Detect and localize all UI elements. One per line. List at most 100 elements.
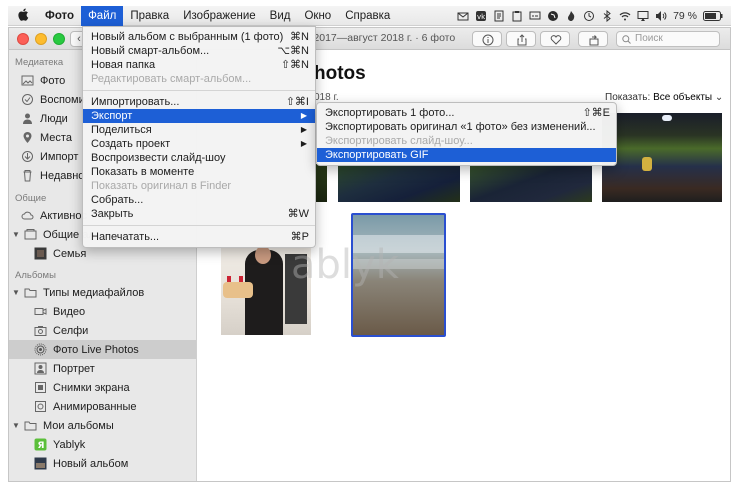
sidebar-item-yablyk[interactable]: Я Yablyk <box>9 435 196 454</box>
show-filter[interactable]: Показать: Все объекты ⌄ <box>605 92 723 103</box>
search-placeholder: Поиск <box>635 33 663 44</box>
sidebar-item-label: Активнос <box>40 209 87 222</box>
rotate-icon <box>589 35 599 46</box>
menu-item-label: Показать в моменте <box>91 166 195 178</box>
time-machine-icon[interactable] <box>583 10 595 22</box>
menu-item-new-smart-album[interactable]: Новый смарт-альбом... ⌥⌘N <box>83 44 315 58</box>
menu-item-import[interactable]: Импортировать... ⇧⌘I <box>83 95 315 109</box>
sidebar-header-shared: Общие <box>15 193 47 204</box>
person-icon <box>23 113 32 124</box>
menu-item-label: Создать проект <box>91 138 171 150</box>
menu-item-new-album-with-selection[interactable]: Новый альбом с выбранным (1 фото) ⌘N <box>83 30 315 44</box>
disclosure-triangle-icon[interactable]: ▼ <box>12 421 21 430</box>
menu-item-close[interactable]: Закрыть ⌘W <box>83 207 315 221</box>
evernote-icon[interactable] <box>547 10 559 22</box>
menu-item-export[interactable]: Экспорт ▶ <box>83 109 315 123</box>
close-window-button[interactable] <box>17 33 29 45</box>
monitor-icon[interactable] <box>529 10 541 22</box>
menu-image[interactable]: Изображение <box>176 6 262 26</box>
mail-icon[interactable] <box>457 10 469 22</box>
wifi-icon[interactable] <box>619 10 631 22</box>
menu-separator <box>83 225 315 226</box>
info-button[interactable] <box>472 31 502 47</box>
menu-item-play-slideshow[interactable]: Воспроизвести слайд-шоу <box>83 151 315 165</box>
sidebar-header-library: Медиатека <box>15 57 64 68</box>
menu-file[interactable]: Файл <box>81 5 124 26</box>
sidebar-item-label: Места <box>40 131 72 144</box>
window-title: ь 2017—август 2018 г. · 6 фото <box>305 32 456 44</box>
menu-item-label: Новый альбом с выбранным (1 фото) <box>91 31 284 43</box>
airplay-icon[interactable] <box>637 10 649 22</box>
search-field[interactable]: Поиск <box>616 31 720 47</box>
battery-icon[interactable] <box>703 10 723 21</box>
menu-item-new-folder[interactable]: Новая папка ⇧⌘N <box>83 58 315 72</box>
chevron-down-icon: ⌄ <box>714 92 724 103</box>
menu-item-export-photo[interactable]: Экспортировать 1 фото... ⇧⌘E <box>317 106 616 120</box>
sidebar-item-label: Воспоми <box>40 93 85 106</box>
sidebar-item-new-album[interactable]: Новый альбом <box>9 454 196 473</box>
sidebar-item-media-types[interactable]: ▼ Типы медиафайлов <box>9 283 196 302</box>
sidebar-item-screenshots[interactable]: Снимки экрана <box>9 378 196 397</box>
sidebar-item-label: Селфи <box>53 324 89 337</box>
menu-item-print[interactable]: Напечатать... ⌘P <box>83 230 315 244</box>
menu-item-create-project[interactable]: Создать проект ▶ <box>83 137 315 151</box>
photo-thumbnail[interactable] <box>470 164 592 202</box>
bluetooth-icon[interactable] <box>601 9 613 22</box>
menu-item-label: Новый смарт-альбом... <box>91 45 210 57</box>
apple-menu-icon[interactable] <box>8 8 38 24</box>
vk-icon[interactable]: vk <box>475 10 487 22</box>
menu-item-label: Экспортировать слайд-шоу... <box>325 135 473 147</box>
sidebar-item-my-albums[interactable]: ▼ Мои альбомы <box>9 416 196 435</box>
menu-item-show-in-finder: Показать оригинал в Finder <box>83 179 315 193</box>
sidebar-item-portrait[interactable]: Портрет <box>9 359 196 378</box>
menu-photos[interactable]: Фото <box>38 6 81 26</box>
camera-icon <box>34 326 47 336</box>
sidebar-item-label: Фото <box>40 74 66 87</box>
photo-thumbnail[interactable] <box>338 164 460 202</box>
menu-window[interactable]: Окно <box>297 6 338 26</box>
sidebar-item-live-photos[interactable]: Фото Live Photos <box>9 340 196 359</box>
sidebar-item-label: Импорт <box>40 150 79 163</box>
sidebar-item-label: Видео <box>53 305 86 318</box>
share-icon <box>517 34 527 46</box>
menu-item-share[interactable]: Поделиться ▶ <box>83 123 315 137</box>
shared-album-icon <box>24 229 37 240</box>
menu-item-export-gif[interactable]: Экспортировать GIF <box>317 148 616 162</box>
menu-edit[interactable]: Правка <box>123 6 176 26</box>
sidebar-item-label: Типы медиафайлов <box>43 286 145 299</box>
svg-text:Я: Я <box>38 441 45 451</box>
flame-icon[interactable] <box>565 10 577 22</box>
sidebar-item-animated[interactable]: Анимированные <box>9 397 196 416</box>
clipboard-icon[interactable] <box>511 10 523 22</box>
favorite-button[interactable] <box>540 31 570 47</box>
sidebar-header-albums: Альбомы <box>15 270 56 281</box>
sidebar-item-selfies[interactable]: Селфи <box>9 321 196 340</box>
sidebar-item-videos[interactable]: Видео <box>9 302 196 321</box>
yablyk-album-icon: Я <box>34 438 47 451</box>
photos-icon <box>21 75 34 86</box>
menu-view[interactable]: Вид <box>263 6 298 26</box>
minimize-window-button[interactable] <box>35 33 47 45</box>
menu-item-show-in-moment[interactable]: Показать в моменте <box>83 165 315 179</box>
disclosure-triangle-icon[interactable]: ▼ <box>12 288 21 297</box>
menu-item-label: Редактировать смарт-альбом... <box>91 73 252 85</box>
rotate-button[interactable] <box>578 31 608 47</box>
photo-thumbnail[interactable] <box>602 113 722 202</box>
photo-thumbnail[interactable] <box>315 164 327 202</box>
ticket-icon[interactable] <box>493 10 505 22</box>
volume-icon[interactable] <box>655 10 667 22</box>
menu-help[interactable]: Справка <box>338 6 397 26</box>
menu-bar: Фото Файл Правка Изображение Вид Окно Сп… <box>8 5 731 26</box>
menu-item-consolidate[interactable]: Собрать... <box>83 193 315 207</box>
live-photo-icon <box>34 343 47 356</box>
sidebar-item-label: Люди <box>40 112 68 125</box>
menu-item-label: Поделиться <box>91 124 152 136</box>
disclosure-triangle-icon[interactable]: ▼ <box>12 230 21 239</box>
sidebar-item-label: Снимки экрана <box>53 381 130 394</box>
menu-item-label: Напечатать... <box>91 231 160 243</box>
menu-item-export-unmodified-original[interactable]: Экспортировать оригинал «1 фото» без изм… <box>317 120 616 134</box>
zoom-window-button[interactable] <box>53 33 65 45</box>
watermark: ablyk <box>291 242 399 288</box>
folder-icon <box>24 288 37 298</box>
share-button[interactable] <box>506 31 536 47</box>
